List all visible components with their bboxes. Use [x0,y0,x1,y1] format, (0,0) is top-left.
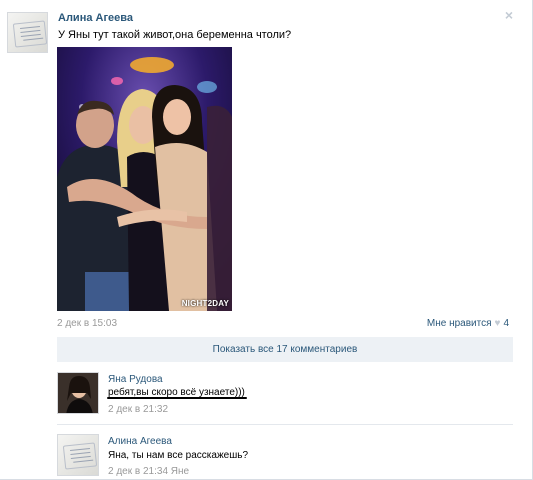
post-author-avatar[interactable] [7,12,48,53]
like-label: Мне нравится [426,318,492,329]
post-photo[interactable]: NIGHT2DAY [57,47,232,311]
post-text: У Яны тут такой живот,она беременна чтол… [58,29,292,41]
comment-divider [57,424,513,425]
post-author-name[interactable]: Алина Агеева [58,12,133,24]
comment-date[interactable]: 2 дек в 21:32 [108,404,168,415]
comment-avatar-image [58,373,98,413]
like-button[interactable]: Мне нравится ♥ 4 [427,318,509,329]
heart-icon: ♥ [494,318,501,329]
comment-author-name[interactable]: Алина Агеева [108,436,172,447]
close-icon[interactable]: × [502,8,516,22]
post-date[interactable]: 2 дек в 15:03 [57,318,117,329]
show-all-comments-button[interactable]: Показать все 17 комментариев [57,337,513,362]
comment-avatar-image [58,435,98,475]
avatar-image [8,13,47,52]
like-count: 4 [503,318,509,329]
comment-avatar[interactable] [57,434,99,476]
comment-date[interactable]: 2 дек в 21:34 Яне [108,466,189,477]
photo-watermark: NIGHT2DAY [181,299,229,308]
photo-illustration [57,47,232,311]
comment-avatar[interactable] [57,372,99,414]
comment-text: Яна, ты нам все расскажешь? [108,450,249,461]
comment-author-name[interactable]: Яна Рудова [108,374,163,385]
text-underline-mark [107,397,247,399]
